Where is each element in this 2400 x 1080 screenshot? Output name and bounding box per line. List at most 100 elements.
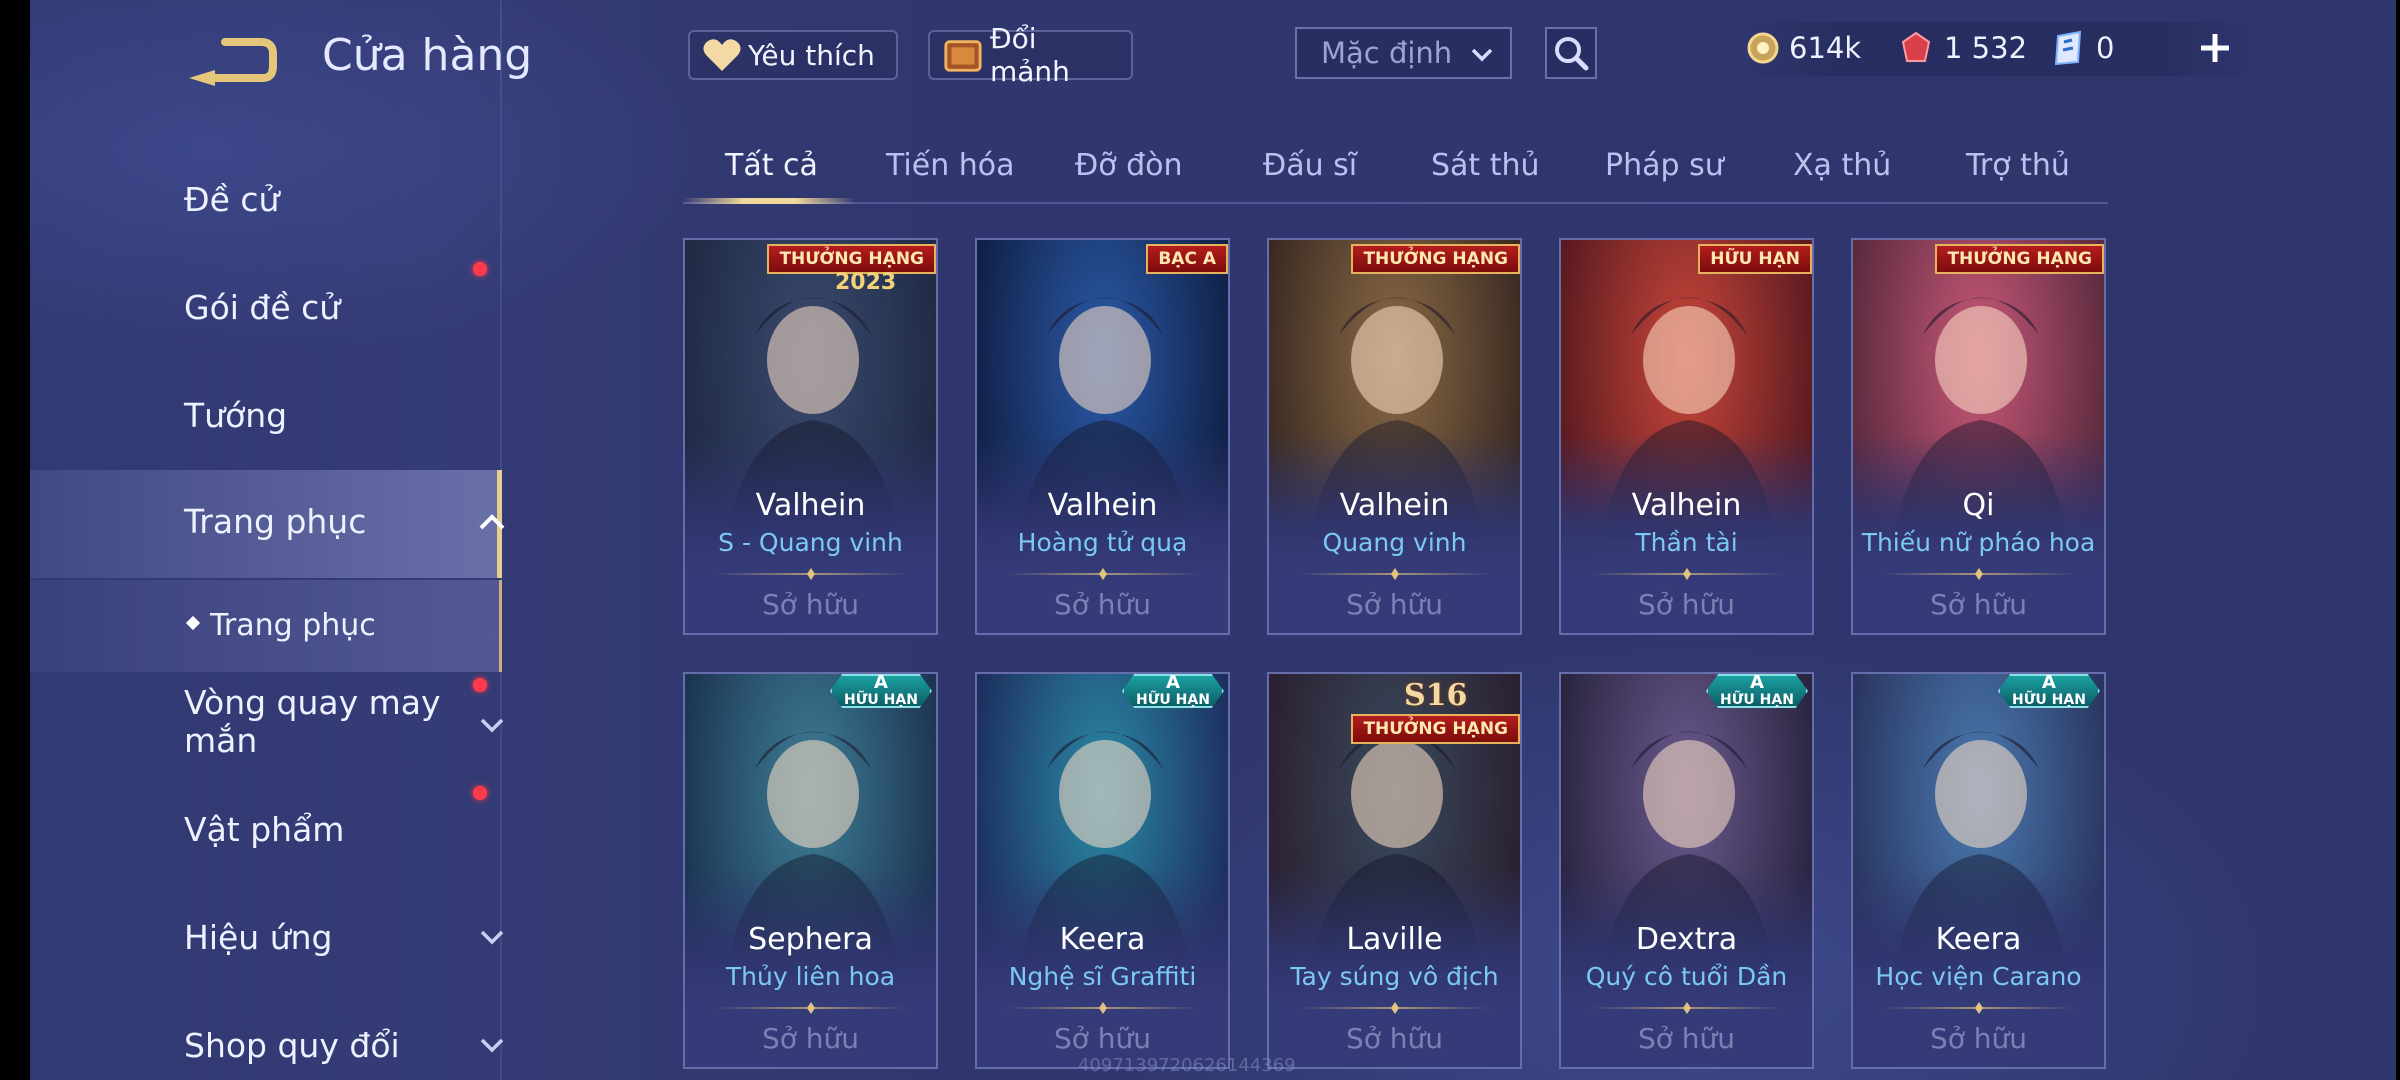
top-up-button[interactable]: [2195, 28, 2235, 68]
skin-card[interactable]: HỮU HẠN Valhein Thần tài Sở hữu: [1559, 238, 1814, 635]
rank-badge: THƯỞNG HẠNG: [1351, 714, 1520, 744]
sidebar-item-lucky-wheel[interactable]: Vòng quay may mắn: [30, 672, 504, 782]
tab-marksman[interactable]: Xạ thủ: [1793, 148, 1891, 183]
voucher-amount: 0: [2096, 31, 2115, 65]
favorite-button[interactable]: Yêu thích: [688, 30, 898, 80]
skin-name: Quang vinh: [1322, 528, 1467, 557]
sidebar-item-heroes[interactable]: Tướng: [30, 366, 502, 466]
skin-card[interactable]: BẠC A Valhein Hoàng tử quạ Sở hữu: [975, 238, 1230, 635]
active-tab-indicator: [683, 198, 856, 204]
owned-status: Sở hữu: [1929, 588, 2028, 621]
sidebar-item-exchange-shop[interactable]: Shop quy đổi: [30, 998, 504, 1080]
owned-status: Sở hữu: [1637, 588, 1736, 621]
hero-name: Valhein: [1631, 488, 1742, 523]
tier-sub: HỮU HẠN: [2012, 692, 2086, 709]
skin-card[interactable]: THƯỞNG HẠNG Qi Thiếu nữ pháo hoa Sở hữu: [1851, 238, 2106, 635]
skin-card[interactable]: A HỮU HẠN Keera Nghệ sĩ Graffiti Sở hữu: [975, 672, 1230, 1069]
skin-name: Hoàng tử quạ: [1017, 528, 1188, 557]
skin-name: Thần tài: [1635, 528, 1738, 557]
rank-badge: BẠC A: [1146, 244, 1228, 274]
tab-all[interactable]: Tất cả: [725, 148, 818, 183]
notification-dot: [473, 678, 487, 692]
skin-name: Học viện Carano: [1875, 962, 2082, 991]
sidebar-item-label: Shop quy đổi: [184, 1026, 400, 1065]
skin-card[interactable]: A HỮU HẠN Dextra Quý cô tuổi Dần Sở hữu: [1559, 672, 1814, 1069]
gold-currency: 614k: [1745, 30, 1861, 66]
ruby-currency: 1 532: [1898, 30, 2027, 66]
skin-name: S - Quang vinh: [718, 528, 903, 557]
search-button[interactable]: [1545, 27, 1597, 79]
ruby-icon: [1901, 31, 1931, 62]
watermark: 4097139720626144369: [1078, 1055, 1296, 1076]
tier-sub: HỮU HẠN: [1136, 692, 1210, 709]
voucher-icon: [2054, 30, 2082, 66]
tier-letter: A: [1750, 672, 1764, 694]
sidebar-item-skins[interactable]: Trang phục: [30, 470, 505, 578]
chevron-up-icon: [479, 514, 505, 530]
exchange-shards-button[interactable]: Đổi mảnh: [928, 22, 1133, 88]
gold-coin-icon: [1747, 32, 1779, 64]
exchange-label: Đổi mảnh: [989, 22, 1070, 88]
owned-status: Sở hữu: [1053, 588, 1152, 621]
screen-bezel: [0, 0, 30, 1080]
owned-status: Sở hữu: [1345, 1022, 1444, 1055]
tab-fighter[interactable]: Đấu sĩ: [1263, 148, 1357, 183]
sidebar-item-label: Trang phục: [184, 502, 367, 541]
skin-card[interactable]: THƯỞNG HẠNG S16 Laville Tay súng vô địch Sở …: [1267, 672, 1522, 1069]
sidebar-item-label: Gói đề cử: [184, 288, 341, 327]
tab-support[interactable]: Trợ thủ: [1966, 148, 2070, 183]
screen-bezel-right: [2396, 0, 2400, 1080]
tab-mage[interactable]: Pháp sư: [1605, 148, 1724, 183]
notification-dot: [473, 262, 487, 276]
chevron-down-icon: [480, 1038, 504, 1053]
sort-dropdown[interactable]: Mặc định: [1295, 27, 1512, 79]
tier-sub: HỮU HẠN: [1720, 692, 1794, 709]
hero-name: Qi: [1962, 488, 1995, 523]
owned-status: Sở hữu: [761, 1022, 860, 1055]
sidebar-subitem-label: Trang phục: [210, 608, 376, 643]
tabs-divider: [683, 202, 2108, 204]
skin-card[interactable]: A HỮU HẠN Keera Học viện Carano Sở hữu: [1851, 672, 2106, 1069]
page-title: Cửa hàng: [322, 30, 533, 81]
hero-name: Sephera: [748, 922, 873, 957]
tab-tank[interactable]: Đỡ đòn: [1075, 148, 1183, 183]
sidebar-item-label: Hiệu ứng: [184, 918, 333, 957]
sidebar-item-recommended-packs[interactable]: Gói đề cử: [30, 258, 502, 358]
tier-sub: HỮU HẠN: [844, 692, 918, 709]
hero-name: Valhein: [1339, 488, 1450, 523]
hero-name: Dextra: [1635, 922, 1738, 957]
tab-evolution[interactable]: Tiến hóa: [886, 148, 1015, 183]
sidebar-item-items[interactable]: Vật phẩm: [30, 782, 502, 882]
favorite-label: Yêu thích: [748, 38, 875, 72]
tier-letter: A: [1166, 672, 1180, 694]
skin-name: Nghệ sĩ Graffiti: [1008, 962, 1197, 991]
sort-selected-value: Mặc định: [1321, 36, 1453, 70]
sidebar-item-recommended[interactable]: Đề cử: [30, 150, 502, 250]
hero-name: Valhein: [1047, 488, 1158, 523]
tier-badge: A HỮU HẠN: [1706, 674, 1808, 708]
back-button[interactable]: [185, 30, 280, 90]
tier-badge: A HỮU HẠN: [830, 674, 932, 708]
heart-icon: [703, 39, 741, 71]
chevron-down-icon: [1471, 48, 1493, 62]
hero-name: Laville: [1346, 922, 1443, 957]
skin-name: Quý cô tuổi Dần: [1585, 962, 1788, 991]
chevron-down-icon: [480, 930, 504, 945]
sidebar-subitem-skins[interactable]: Trang phục: [30, 580, 502, 672]
voucher-currency: 0: [2050, 30, 2114, 66]
season-badge: S16: [1404, 678, 1468, 713]
skin-card[interactable]: THƯỞNG HẠNG Valhein Quang vinh Sở hữu: [1267, 238, 1522, 635]
badge-year: 2023: [835, 270, 897, 295]
skin-card[interactable]: THƯỞNG HẠNG 2023 Valhein S - Quang vinh Sở h…: [683, 238, 938, 635]
skin-card[interactable]: A HỮU HẠN Sephera Thủy liên hoa Sở hữu: [683, 672, 938, 1069]
rank-badge: THƯỞNG HẠNG: [1351, 244, 1520, 274]
tier-letter: A: [2042, 672, 2056, 694]
search-icon: [1555, 37, 1589, 71]
hero-name: Valhein: [755, 488, 866, 523]
skin-name: Tay súng vô địch: [1290, 962, 1499, 991]
back-arrow-icon: [189, 38, 277, 86]
tab-assassin[interactable]: Sát thủ: [1431, 148, 1540, 183]
owned-status: Sở hữu: [761, 588, 860, 621]
sidebar-item-label: Vật phẩm: [184, 810, 345, 849]
sidebar-item-effects[interactable]: Hiệu ứng: [30, 890, 504, 990]
